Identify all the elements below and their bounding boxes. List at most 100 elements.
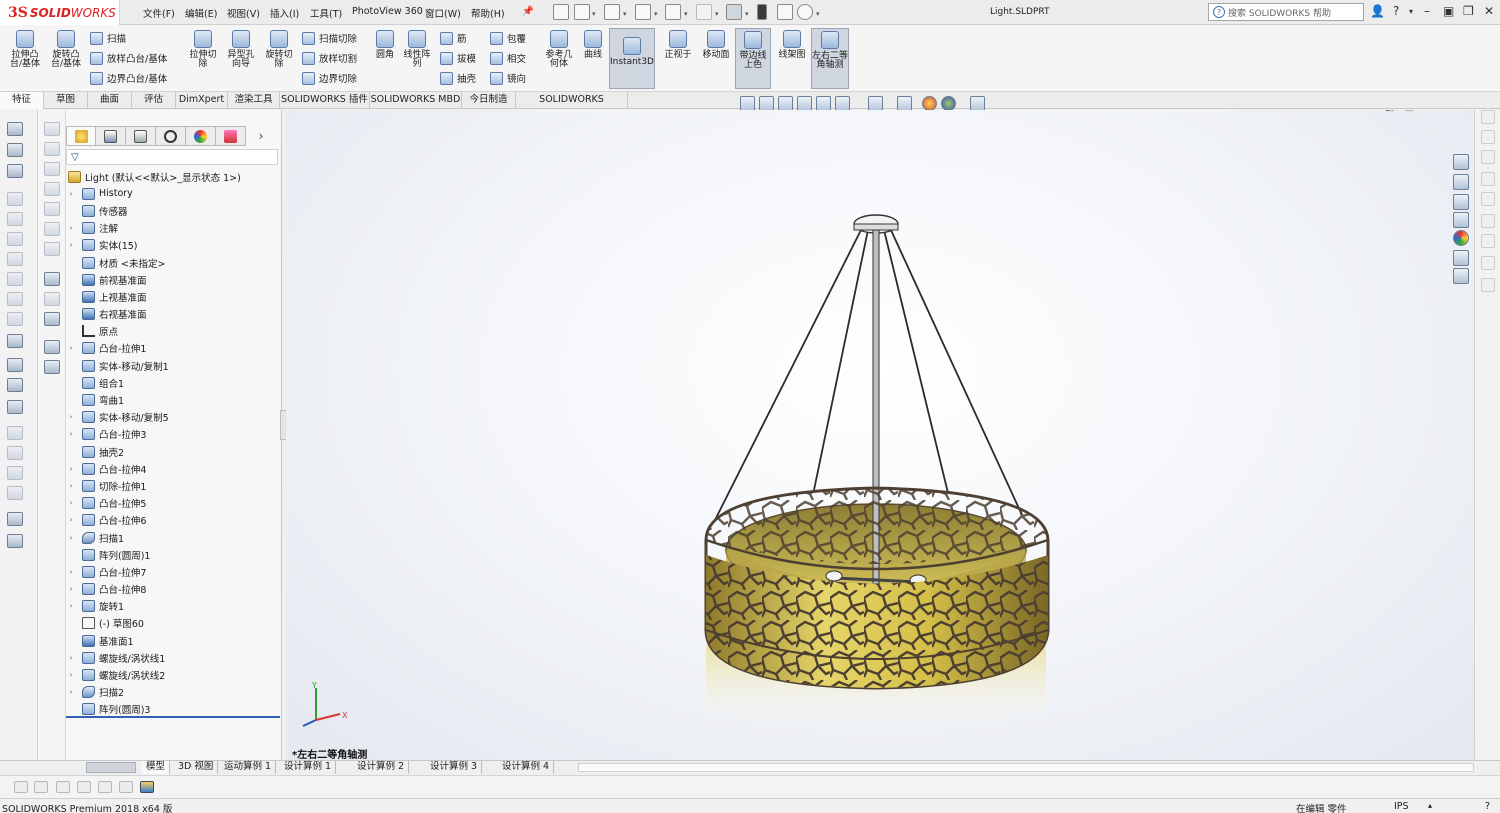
tree-item[interactable]: › 凸台-拉伸4 <box>66 460 280 477</box>
tree-item[interactable]: 组合1 <box>66 374 280 391</box>
fillet-button[interactable]: 圆角 <box>372 30 398 60</box>
mirror-shortcut-icon[interactable] <box>7 378 23 392</box>
draft-button[interactable]: 拔模 <box>440 51 476 65</box>
undo-icon[interactable] <box>696 4 712 20</box>
view-orientation-icon[interactable] <box>835 96 850 111</box>
menu-photoview[interactable]: PhotoView 360 <box>352 6 423 17</box>
tab-property-manager[interactable] <box>96 126 127 146</box>
tab-dimxpert[interactable]: DimXpert <box>176 92 228 109</box>
eye-icon[interactable] <box>34 781 48 793</box>
tree-item[interactable]: 右视基准面 <box>66 306 280 323</box>
panel-fillet-icon[interactable] <box>1481 256 1495 270</box>
linear-pattern-button[interactable]: 线性阵列 <box>402 30 432 69</box>
tab-scroll-buttons[interactable] <box>86 762 136 773</box>
sketch-shortcut-icon[interactable] <box>44 122 60 136</box>
panel-arc-icon[interactable] <box>1481 150 1495 164</box>
draft-shortcut-icon[interactable] <box>7 312 23 326</box>
tab-model[interactable]: 模型 <box>142 761 171 774</box>
tab-render-tools[interactable]: 渲染工具 <box>228 92 280 109</box>
tab-solidworks-addins[interactable]: SOLIDWORKS 插件 <box>280 92 370 109</box>
tab-motion-study-1[interactable]: 运动算例 1 <box>220 761 277 774</box>
select-icon[interactable] <box>726 4 742 20</box>
expand-arrow-icon[interactable]: › <box>66 190 76 198</box>
search-help-input[interactable]: ? 搜索 SOLIDWORKS 帮助 <box>1208 3 1364 21</box>
trim-shortcut-icon[interactable] <box>44 242 60 256</box>
appearances-icon[interactable] <box>1453 230 1469 246</box>
shell-button[interactable]: 抽壳 <box>440 71 476 85</box>
expand-arrow-icon[interactable]: › <box>66 241 76 249</box>
expand-arrow-icon[interactable]: › <box>66 413 76 421</box>
tab-design-study-1[interactable]: 设计算例 1 <box>280 761 337 774</box>
panel-point-icon[interactable] <box>1481 192 1495 206</box>
tile-window-icon[interactable]: ▣ <box>1443 4 1454 18</box>
tab-display-manager[interactable] <box>186 126 217 146</box>
tree-item[interactable]: 抽壳2 <box>66 443 280 460</box>
menu-view[interactable]: 视图(V) <box>227 6 260 20</box>
tab-evaluate[interactable]: 评估 <box>132 92 176 109</box>
menu-help[interactable]: 帮助(H) <box>471 6 505 20</box>
extrude-cut-button[interactable]: 拉伸切除 <box>186 30 220 69</box>
panel-trim-icon[interactable] <box>1481 234 1495 248</box>
convert-entities-shortcut-icon[interactable] <box>44 272 60 286</box>
shaded-with-edges-button[interactable]: 带边线上色 <box>735 28 771 89</box>
fillet-shortcut-icon[interactable] <box>7 232 23 246</box>
chamfer-shortcut-icon[interactable] <box>7 252 23 266</box>
expand-arrow-icon[interactable]: › <box>66 534 76 542</box>
shell-shortcut-icon[interactable] <box>7 272 23 286</box>
open-dropdown-icon[interactable]: ▾ <box>623 10 627 18</box>
restore-icon[interactable]: ❐ <box>1463 4 1474 18</box>
panel-dimension-icon[interactable] <box>1481 278 1495 292</box>
chart-icon[interactable] <box>140 781 154 793</box>
lines-icon[interactable] <box>77 781 91 793</box>
expand-arrow-icon[interactable]: › <box>66 482 76 490</box>
status-help-icon[interactable]: ? <box>1485 801 1490 812</box>
hole-wizard-button[interactable]: 异型孔向导 <box>224 30 258 69</box>
hide-show-items-icon[interactable] <box>897 96 912 111</box>
mirror-button[interactable]: 镜向 <box>490 71 526 85</box>
forum-icon[interactable] <box>1453 268 1469 284</box>
rollback-bar[interactable] <box>66 716 280 718</box>
isometric-view-button[interactable]: 左右二等角轴测 <box>811 28 849 89</box>
flex-shortcut-icon[interactable] <box>7 486 23 500</box>
new-document-icon[interactable] <box>574 4 590 20</box>
save-dropdown-icon[interactable]: ▾ <box>654 10 658 18</box>
panel-sketch-icon[interactable] <box>1481 110 1495 124</box>
cut-shortcut-icon[interactable] <box>7 164 23 178</box>
tab-solidworks-mbd[interactable]: SOLIDWORKS MBD <box>370 92 462 109</box>
expand-arrow-icon[interactable]: › <box>66 671 76 679</box>
tree-item[interactable]: 前视基准面 <box>66 271 280 288</box>
expand-arrow-icon[interactable]: › <box>66 465 76 473</box>
expand-arrow-icon[interactable]: › <box>66 430 76 438</box>
lofted-cut-button[interactable]: 放样切割 <box>302 51 357 65</box>
tree-item[interactable]: (-) 草图60 <box>66 615 280 632</box>
open-icon[interactable] <box>604 4 620 20</box>
minimize-icon[interactable]: – <box>1424 4 1430 18</box>
tree-item[interactable]: 弯曲1 <box>66 391 280 408</box>
tree-item[interactable]: › 凸台-拉伸7 <box>66 563 280 580</box>
home-icon[interactable] <box>553 4 569 20</box>
rectangle-shortcut-icon[interactable] <box>44 162 60 176</box>
graphics-area[interactable]: ◧ ▢ – ❐ ✕ <box>286 110 1474 760</box>
tab-3d-views[interactable]: 3D 视图 <box>174 761 219 774</box>
boundary-shortcut-icon[interactable] <box>7 212 23 226</box>
tree-item[interactable]: › 凸台-拉伸3 <box>66 426 280 443</box>
tree-item[interactable]: 材质 <未指定> <box>66 254 280 271</box>
pencil-icon[interactable] <box>56 781 70 793</box>
panel-mirror-icon[interactable] <box>1481 214 1495 228</box>
view-palette-icon[interactable] <box>1453 212 1469 228</box>
smart-dimension-icon[interactable] <box>7 122 23 136</box>
tree-item[interactable]: 阵列(圆周)1 <box>66 546 280 563</box>
normal-to-button[interactable]: 正视于 <box>660 30 696 60</box>
traffic-light-icon[interactable] <box>757 4 767 20</box>
swept-cut-button[interactable]: 扫描切除 <box>302 31 357 45</box>
previous-view-icon[interactable] <box>778 96 793 111</box>
tree-root[interactable]: Light (默认<<默认>_显示状态 1>) <box>66 168 280 185</box>
tree-item[interactable]: › 实体(15) <box>66 237 280 254</box>
wrap-button[interactable]: 包覆 <box>490 31 526 45</box>
menu-tools[interactable]: 工具(T) <box>310 6 342 20</box>
boundary-cut-button[interactable]: 边界切除 <box>302 71 357 85</box>
undo-dropdown-icon[interactable]: ▾ <box>715 10 719 18</box>
tabs-scrollbar[interactable] <box>578 763 1474 772</box>
split-shortcut-icon[interactable] <box>7 446 23 460</box>
apply-scene-icon[interactable] <box>941 96 956 111</box>
